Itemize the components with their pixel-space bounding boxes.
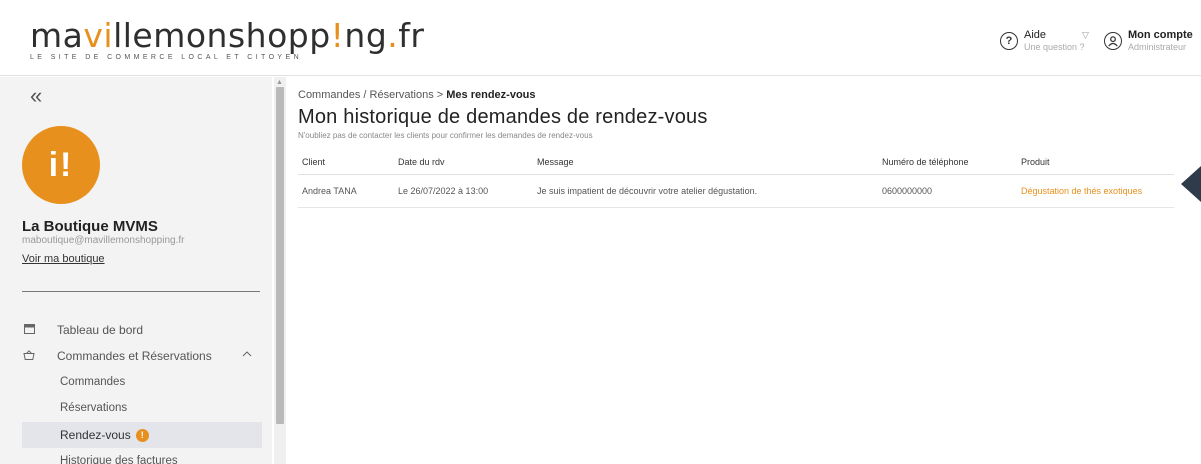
- alert-badge: !: [135, 428, 149, 442]
- sidebar-divider: [22, 291, 260, 292]
- account-menu[interactable]: Mon compte Administrateur: [1104, 29, 1193, 53]
- site-logo[interactable]: mavillemonshopp!ng.fr LE SITE DE COMMERC…: [30, 16, 425, 62]
- appointments-table: Client Date du rdv Message Numéro de tél…: [298, 150, 1174, 208]
- sidebar-subitem-appointments[interactable]: Rendez-vous !: [22, 422, 262, 448]
- sidebar-subitem-invoices[interactable]: Historique des factures: [60, 455, 178, 464]
- cell-phone: 0600000000: [882, 186, 933, 196]
- sidebar-subitem-reservations[interactable]: Réservations: [60, 402, 127, 414]
- column-header-date: Date du rdv: [398, 157, 445, 167]
- scrollbar-thumb[interactable]: [276, 87, 284, 424]
- scroll-up-icon[interactable]: ▲: [276, 79, 283, 86]
- logo-tagline: LE SITE DE COMMERCE LOCAL ET CITOYEN: [30, 54, 303, 61]
- basket-icon: [22, 349, 36, 363]
- shop-avatar: i!: [22, 126, 100, 204]
- page-subtitle: N'oubliez pas de contacter les clients p…: [298, 131, 593, 140]
- chevron-down-icon[interactable]: ▽: [1082, 30, 1089, 41]
- table-header: Client Date du rdv Message Numéro de tél…: [298, 150, 1174, 175]
- help-menu[interactable]: ? Aide Une question ?: [1000, 29, 1085, 53]
- column-header-phone: Numéro de téléphone: [882, 157, 969, 167]
- column-header-client: Client: [302, 157, 326, 167]
- cell-message: Je suis impatient de découvrir votre ate…: [537, 186, 758, 196]
- table-row[interactable]: Andrea TANA Le 26/07/2022 à 13:00 Je sui…: [298, 175, 1174, 208]
- breadcrumb-current: Mes rendez-vous: [446, 89, 536, 101]
- sidebar-subitem-orders[interactable]: Commandes: [60, 376, 125, 388]
- account-title: Mon compte: [1128, 29, 1193, 41]
- sidebar-item-label: Commandes et Réservations: [57, 349, 212, 363]
- cell-client: Andrea TANA: [302, 186, 357, 196]
- sidebar-scrollbar[interactable]: ▲: [274, 77, 286, 464]
- sidebar-item-label: Tableau de bord: [57, 323, 144, 337]
- logo-wordmark: mavillemonshopp!ng.fr: [30, 16, 425, 55]
- product-link[interactable]: Dégustation de thés exotiques: [1021, 175, 1142, 207]
- column-header-message: Message: [537, 157, 574, 167]
- sidebar-item-label: Rendez-vous: [60, 428, 131, 442]
- help-subtitle: Une question ?: [1024, 42, 1085, 52]
- chevron-up-icon[interactable]: [242, 348, 252, 360]
- user-icon: [1104, 32, 1122, 50]
- sidebar: « i! La Boutique MVMS maboutique@maville…: [0, 77, 272, 464]
- top-header: mavillemonshopp!ng.fr LE SITE DE COMMERC…: [0, 0, 1201, 76]
- sidebar-item-dashboard[interactable]: Tableau de bord: [22, 320, 143, 340]
- help-title: Aide: [1024, 29, 1047, 41]
- page-title: Mon historique de demandes de rendez-vou…: [298, 106, 708, 128]
- side-panel-toggle[interactable]: [1181, 166, 1201, 202]
- column-header-product: Produit: [1021, 157, 1050, 167]
- breadcrumb: Commandes / Réservations > Mes rendez-vo…: [298, 89, 536, 101]
- shop-name: La Boutique MVMS: [22, 218, 158, 235]
- shop-email: maboutique@mavillemonshopping.fr: [22, 235, 185, 246]
- question-icon: ?: [1000, 32, 1018, 50]
- dashboard-icon: [22, 323, 36, 337]
- view-shop-link[interactable]: Voir ma boutique: [22, 253, 105, 265]
- breadcrumb-path[interactable]: Commandes / Réservations >: [298, 89, 446, 101]
- sidebar-item-orders-reservations[interactable]: Commandes et Réservations: [22, 346, 212, 366]
- cell-date: Le 26/07/2022 à 13:00: [398, 186, 489, 196]
- collapse-sidebar-icon[interactable]: «: [30, 83, 42, 109]
- account-role: Administrateur: [1128, 42, 1187, 52]
